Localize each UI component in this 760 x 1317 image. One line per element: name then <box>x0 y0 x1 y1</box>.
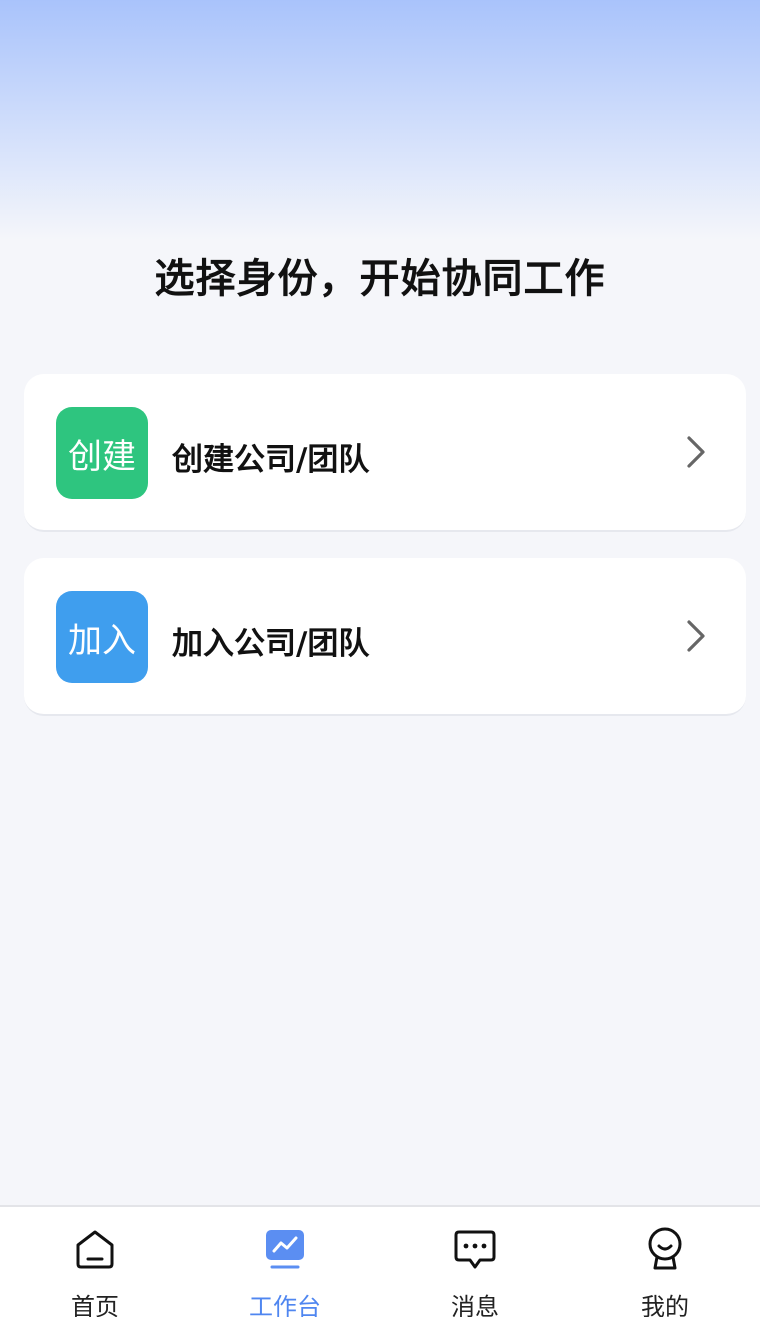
tab-home-label: 首页 <box>71 1293 119 1317</box>
join-team-card[interactable]: 加入 加入公司/团队 <box>24 558 746 716</box>
create-team-card[interactable]: 创建 创建公司/团队 <box>24 374 746 532</box>
tab-workbench-label: 工作台 <box>249 1293 321 1317</box>
page-title: 选择身份，开始协同工作 <box>154 256 606 302</box>
message-icon <box>454 1230 496 1269</box>
tab-profile[interactable]: 我的 <box>570 1207 760 1317</box>
chevron-right-icon <box>687 620 705 652</box>
create-badge: 创建 <box>56 407 148 499</box>
profile-icon <box>648 1227 682 1270</box>
workbench-icon <box>266 1230 304 1269</box>
create-team-label: 创建公司/团队 <box>172 442 370 478</box>
join-badge: 加入 <box>56 591 148 683</box>
home-icon <box>76 1230 114 1269</box>
tab-workbench[interactable]: 工作台 <box>190 1207 380 1317</box>
tab-messages[interactable]: 消息 <box>380 1207 570 1317</box>
tab-profile-label: 我的 <box>641 1293 689 1317</box>
tab-messages-label: 消息 <box>451 1293 499 1317</box>
page: 选择身份，开始协同工作 创建 创建公司/团队 加入 加入公司/团队 首页 工作台… <box>0 0 760 1317</box>
chevron-right-icon <box>687 436 705 468</box>
bottom-tab-bar: 首页 工作台 消息 我的 <box>0 1205 760 1317</box>
tab-home[interactable]: 首页 <box>0 1207 190 1317</box>
join-team-label: 加入公司/团队 <box>172 626 370 662</box>
